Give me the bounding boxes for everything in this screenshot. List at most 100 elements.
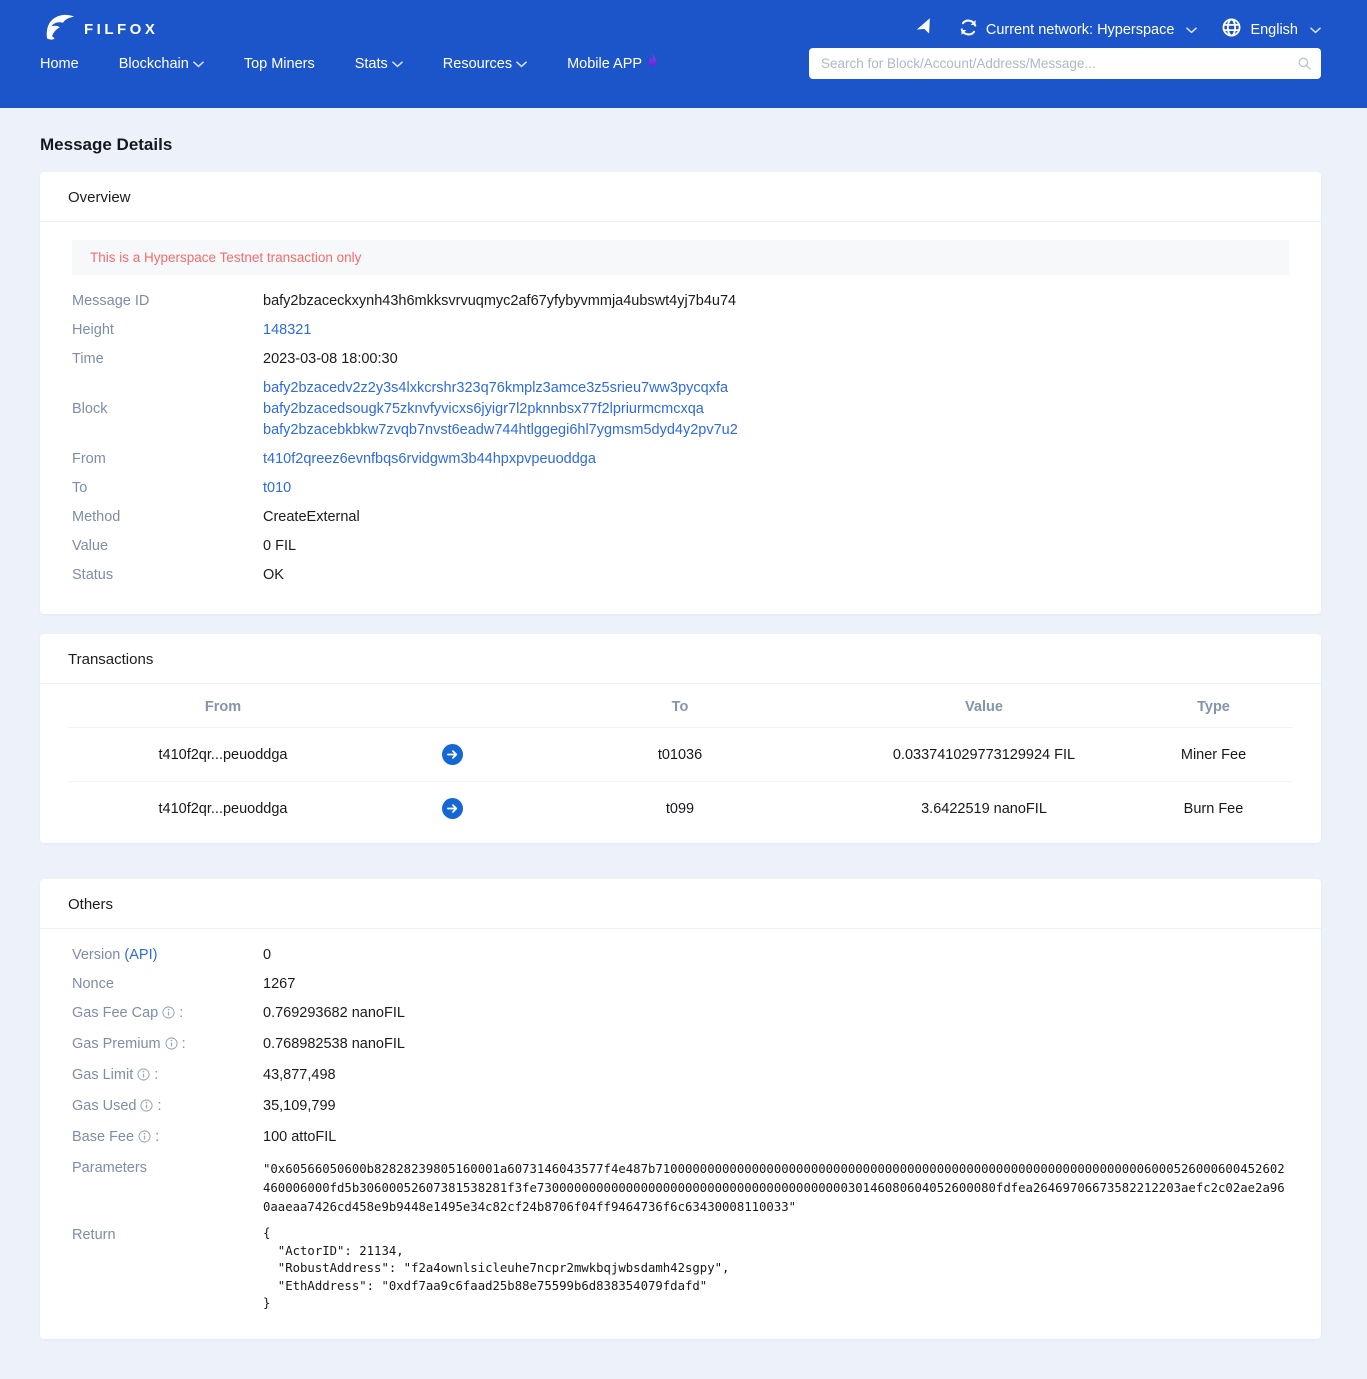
parameters-label: Parameters — [72, 1158, 263, 1217]
nav-stats-label: Stats — [355, 56, 388, 72]
base-fee-value: 100 attoFIL — [263, 1127, 336, 1150]
message-id-label: Message ID — [72, 291, 263, 312]
fox-logo-icon — [40, 10, 76, 49]
return-value: { "ActorID": 21134, "RobustAddress": "f2… — [263, 1225, 729, 1313]
col-header-to: To — [526, 699, 834, 715]
method-value: CreateExternal — [263, 507, 360, 528]
tx-from-address[interactable]: t410f2qr...peuoddga — [68, 801, 378, 817]
chevron-down-icon — [1310, 22, 1321, 38]
base-fee-row: Base Fee: 100 attoFIL — [72, 1123, 1289, 1154]
to-label: To — [72, 478, 263, 499]
to-address-link[interactable]: t010 — [263, 480, 291, 496]
height-link[interactable]: 148321 — [263, 322, 311, 338]
info-icon[interactable] — [162, 1005, 175, 1026]
gas-limit-value: 43,877,498 — [263, 1065, 336, 1088]
message-id-value: bafy2bzaceckxynh43h6mkksvrvuqmyc2af67yfy… — [263, 291, 736, 312]
colon: : — [154, 1067, 158, 1083]
info-icon[interactable] — [137, 1067, 150, 1088]
arrow-right-icon — [378, 744, 526, 765]
tx-to-address[interactable]: t01036 — [526, 747, 834, 763]
info-icon[interactable] — [138, 1129, 151, 1150]
nav-top-miners[interactable]: Top Miners — [244, 56, 315, 72]
nav-resources[interactable]: Resources — [443, 56, 527, 72]
nav-home[interactable]: Home — [40, 56, 79, 72]
from-label: From — [72, 449, 263, 470]
gas-used-label: Gas Used — [72, 1098, 136, 1114]
gas-premium-label: Gas Premium — [72, 1036, 161, 1052]
transactions-section-title: Transactions — [40, 634, 1321, 684]
others-card: Others Version (API) 0 Nonce 1267 Gas Fe… — [40, 879, 1321, 1339]
tx-value: 3.6422519 nanoFIL — [834, 801, 1134, 817]
colon: : — [182, 1036, 186, 1052]
network-selector[interactable]: Current network: Hyperspace — [959, 18, 1198, 41]
main-nav: Home Blockchain Top Miners Stats Resourc… — [40, 53, 659, 74]
nav-resources-label: Resources — [443, 56, 512, 72]
others-section-title: Others — [40, 879, 1321, 929]
nonce-value: 1267 — [263, 974, 295, 995]
overview-card: Overview This is a Hyperspace Testnet tr… — [40, 172, 1321, 614]
method-label: Method — [72, 507, 263, 528]
col-header-from: From — [68, 699, 378, 715]
telegram-icon[interactable] — [914, 18, 935, 41]
colon: : — [179, 1005, 183, 1021]
value-row: Value 0 FIL — [72, 532, 1289, 561]
block-label: Block — [72, 399, 263, 420]
info-icon[interactable] — [165, 1036, 178, 1057]
search-icon[interactable] — [1297, 56, 1312, 76]
nav-blockchain[interactable]: Blockchain — [119, 56, 204, 72]
gas-fee-cap-value: 0.769293682 nanoFIL — [263, 1003, 405, 1026]
parameters-row: Parameters "0x60566050600b82828239805160… — [72, 1154, 1289, 1221]
gas-premium-value: 0.768982538 nanoFIL — [263, 1034, 405, 1057]
gas-limit-label: Gas Limit — [72, 1067, 133, 1083]
nonce-label: Nonce — [72, 974, 263, 995]
value-value: 0 FIL — [263, 536, 296, 557]
version-row: Version (API) 0 — [72, 941, 1289, 970]
gas-used-row: Gas Used: 35,109,799 — [72, 1092, 1289, 1123]
network-label: Current network: Hyperspace — [986, 22, 1175, 38]
logo-text: FILFOX — [84, 21, 158, 38]
chevron-down-icon — [193, 56, 204, 72]
nav-stats[interactable]: Stats — [355, 56, 403, 72]
info-icon[interactable] — [140, 1098, 153, 1119]
nav-mobile-app[interactable]: Mobile APP — [567, 53, 659, 74]
colon: : — [157, 1098, 161, 1114]
filfox-logo[interactable]: FILFOX — [40, 10, 158, 49]
nav-top-miners-label: Top Miners — [244, 56, 315, 72]
height-row: Height 148321 — [72, 316, 1289, 345]
version-value: 0 — [263, 945, 271, 966]
testnet-notice: This is a Hyperspace Testnet transaction… — [72, 240, 1289, 275]
version-label: Version — [72, 947, 120, 963]
time-value: 2023-03-08 18:00:30 — [263, 349, 398, 370]
height-label: Height — [72, 320, 263, 341]
language-selector[interactable]: English — [1221, 17, 1321, 42]
return-row: Return { "ActorID": 21134, "RobustAddres… — [72, 1221, 1289, 1317]
gas-fee-cap-label: Gas Fee Cap — [72, 1005, 158, 1021]
search-input[interactable] — [809, 48, 1321, 79]
col-header-type: Type — [1134, 699, 1293, 715]
nav-home-label: Home — [40, 56, 79, 72]
base-fee-label: Base Fee — [72, 1129, 134, 1145]
flame-icon — [646, 53, 659, 74]
parameters-value: "0x60566050600b82828239805160001a6073146… — [263, 1158, 1289, 1217]
language-label: English — [1250, 22, 1298, 38]
tx-from-address[interactable]: t410f2qr...peuoddga — [68, 747, 378, 763]
nav-mobile-app-label: Mobile APP — [567, 56, 642, 72]
tx-to-address[interactable]: t099 — [526, 801, 834, 817]
page-title: Message Details — [40, 108, 1321, 172]
table-row: t410f2qr...peuoddga t01036 0.03374102977… — [68, 727, 1293, 781]
block-link[interactable]: bafy2bzacedsougk75zknvfyvicxs6jyigr7l2pk… — [263, 401, 704, 417]
col-header-value: Value — [834, 699, 1134, 715]
tx-type: Burn Fee — [1134, 801, 1293, 817]
sync-icon — [959, 18, 978, 41]
gas-used-value: 35,109,799 — [263, 1096, 336, 1119]
block-link[interactable]: bafy2bzacedv2z2y3s4lxkcrshr323q76kmplz3a… — [263, 380, 728, 396]
method-row: Method CreateExternal — [72, 503, 1289, 532]
block-link[interactable]: bafy2bzacebkbkw7zvqb7nvst6eadw744htlggeg… — [263, 422, 738, 438]
from-address-link[interactable]: t410f2qreez6evnfbqs6rvidgwm3b44hpxpvpeuo… — [263, 451, 596, 467]
version-api-link[interactable]: (API) — [124, 947, 157, 963]
colon: : — [155, 1129, 159, 1145]
status-label: Status — [72, 565, 263, 586]
globe-icon — [1221, 17, 1242, 42]
block-row: Block bafy2bzacedv2z2y3s4lxkcrshr323q76k… — [72, 374, 1289, 445]
arrow-right-icon — [378, 798, 526, 819]
